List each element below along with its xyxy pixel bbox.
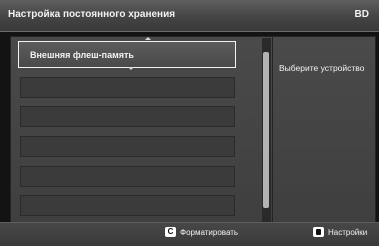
format-button[interactable]: C Форматировать — [165, 227, 238, 237]
device-item-external-flash[interactable]: Внешняя флеш-память — [18, 41, 236, 68]
format-label: Форматировать — [180, 227, 239, 237]
device-item[interactable] — [20, 166, 235, 187]
c-key-icon: C — [165, 227, 176, 237]
page-title: Настройка постоянного хранения — [8, 9, 176, 20]
device-selection-hint: Выберите устройство — [279, 63, 365, 73]
device-item[interactable] — [20, 77, 235, 98]
settings-label: Настройки — [328, 227, 368, 237]
device-item[interactable] — [20, 195, 235, 216]
device-item[interactable] — [20, 136, 235, 157]
device-item[interactable] — [20, 106, 235, 127]
settings-key-icon — [313, 227, 324, 237]
source-label: BD — [354, 9, 369, 20]
settings-button[interactable]: Настройки — [313, 227, 367, 237]
device-item-label: Внешняя флеш-память — [30, 50, 134, 60]
scrollbar-thumb[interactable] — [263, 52, 269, 208]
title-bar: Настройка постоянного хранения BD — [0, 0, 379, 32]
scroll-down-arrow-icon[interactable] — [128, 67, 134, 70]
scroll-up-arrow-icon[interactable] — [145, 37, 151, 40]
